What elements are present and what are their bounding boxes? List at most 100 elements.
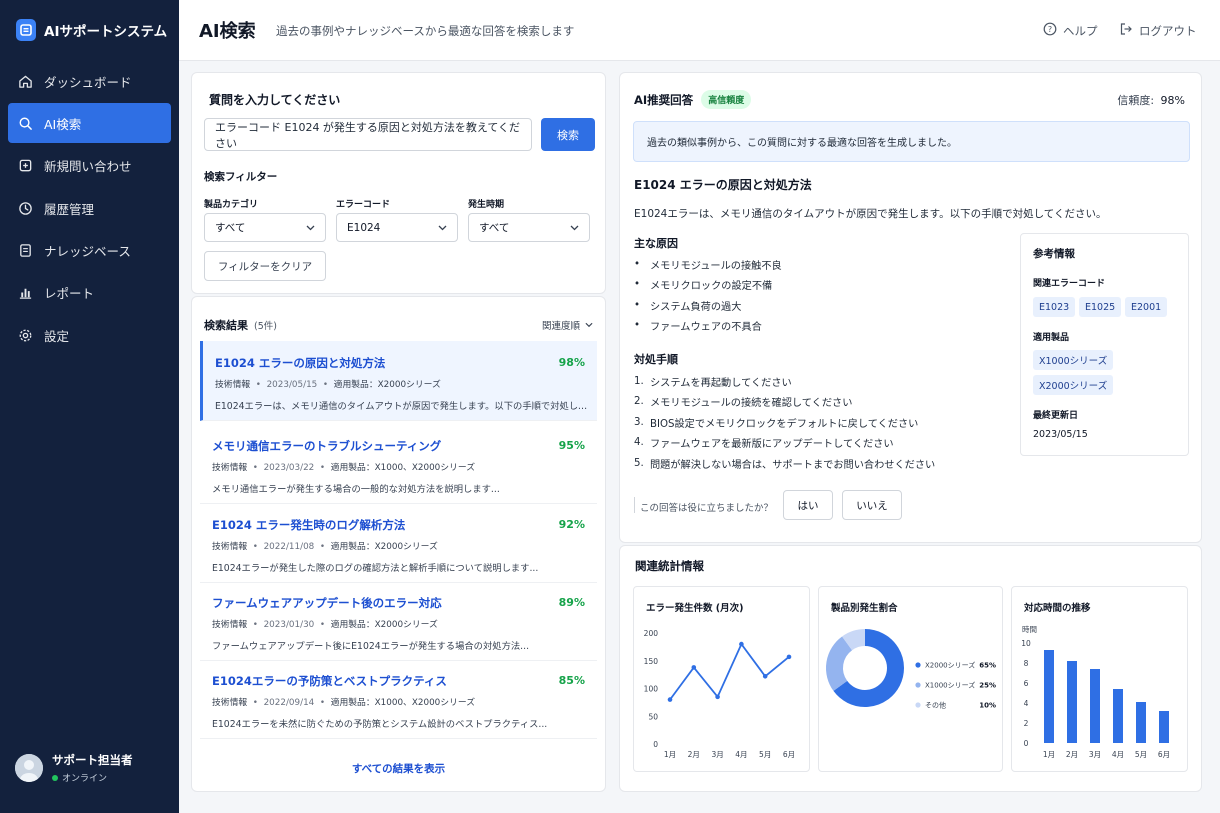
result-type: 技術情報 bbox=[212, 542, 248, 552]
query-card: 質問を入力してください エラーコード E1024 が発生する原因と対処方法を教え… bbox=[191, 72, 606, 294]
help-label: ヘルプ bbox=[1063, 23, 1098, 38]
result-meta: 技術情報 • 2023/03/22 • 適用製品：X1000、X2000シリーズ bbox=[212, 463, 476, 473]
result-date: 2022/11/08 bbox=[263, 542, 315, 552]
sidebar-item-history[interactable]: 履歴管理 bbox=[8, 188, 171, 228]
sidebar-item-ai-search[interactable]: AI検索 bbox=[8, 103, 171, 144]
svg-text:?: ? bbox=[1048, 25, 1052, 34]
result-type: 技術情報 bbox=[212, 698, 248, 708]
sidebar-item-report[interactable]: レポート bbox=[8, 273, 171, 313]
show-all-results-link[interactable]: すべての結果を表示 bbox=[192, 761, 605, 776]
error-code-chip[interactable]: E2001 bbox=[1125, 297, 1168, 317]
user-name: サポート担当者 bbox=[52, 753, 133, 767]
bar bbox=[1113, 689, 1123, 743]
category-select[interactable]: すべて bbox=[204, 213, 326, 242]
result-type: 技術情報 bbox=[215, 380, 251, 390]
y-tick-label: 0 bbox=[653, 740, 658, 749]
result-title: E1024エラーの予防策とベストプラクティス bbox=[212, 674, 447, 688]
chevron-down-icon bbox=[306, 222, 315, 234]
result-description: E1024エラーは、メモリ通信のタイムアウトが原因で発生します。以下の手順で対処… bbox=[215, 401, 590, 412]
sidebar: AIサポートシステム ダッシュボード AI検索 新規問い合わせ 履歴管理 ナレッ… bbox=[0, 0, 179, 813]
answer-header: AI推奨回答 高信頼度 bbox=[634, 90, 752, 109]
bar-chart: 時間 0 2 4 6 8 10 1月 2月 3月 4月 5月 6月 bbox=[1021, 625, 1170, 759]
online-status-dot bbox=[52, 774, 58, 781]
steps-title: 対処手順 bbox=[634, 353, 678, 366]
result-meta: 技術情報 • 2022/11/08 • 適用製品：X2000シリーズ bbox=[212, 542, 438, 552]
logout-link[interactable]: ログアウト bbox=[1119, 22, 1197, 39]
legend-swatch bbox=[915, 682, 921, 688]
feedback-divider bbox=[634, 497, 635, 513]
question-input[interactable]: エラーコード E1024 が発生する原因と対処方法を教えてください bbox=[204, 118, 532, 151]
help-link[interactable]: ? ヘルプ bbox=[1043, 22, 1098, 39]
page-title: AI検索 bbox=[199, 21, 256, 42]
result-item[interactable]: E1024 エラー発生時のログ解析方法 92% 技術情報 • 2022/11/0… bbox=[200, 503, 597, 583]
result-score: 95% bbox=[558, 439, 585, 452]
filters-title: 検索フィルター bbox=[204, 171, 278, 183]
legend-swatch bbox=[915, 702, 921, 708]
brand[interactable]: AIサポートシステム bbox=[16, 18, 167, 42]
feedback-yes-button[interactable]: はい bbox=[783, 490, 833, 520]
answer-title: AI推奨回答 bbox=[634, 92, 694, 107]
legend-swatch bbox=[915, 662, 921, 668]
period-select[interactable]: すべて bbox=[468, 213, 590, 242]
y-tick-label: 2 bbox=[1024, 719, 1029, 728]
result-type: 技術情報 bbox=[212, 463, 248, 473]
result-product: 適用製品：X2000シリーズ bbox=[333, 380, 441, 390]
sidebar-item-new-inquiry[interactable]: 新規問い合わせ bbox=[8, 146, 171, 186]
result-score: 92% bbox=[558, 518, 585, 531]
sidebar-item-knowledge-base[interactable]: ナレッジベース bbox=[8, 231, 171, 271]
result-item[interactable]: ファームウェアアップデート後のエラー対応 89% 技術情報 • 2023/01/… bbox=[200, 581, 597, 661]
results-title: 検索結果 bbox=[204, 319, 248, 332]
y-tick-label: 6 bbox=[1024, 679, 1029, 688]
search-button[interactable]: 検索 bbox=[541, 118, 595, 151]
legend-value: 25% bbox=[979, 682, 996, 690]
logout-label: ログアウト bbox=[1139, 23, 1197, 38]
list-item: 2. メモリモジュールの接続を確認してください bbox=[634, 396, 853, 410]
logout-icon bbox=[1119, 22, 1133, 39]
user-profile[interactable]: サポート担当者 オンライン bbox=[15, 752, 133, 784]
y-tick-label: 150 bbox=[644, 657, 659, 666]
bar bbox=[1067, 661, 1077, 743]
result-meta: 技術情報 • 2023/01/30 • 適用製品：X2000シリーズ bbox=[212, 620, 438, 630]
y-axis-label: 時間 bbox=[1022, 625, 1037, 634]
error-code-chip[interactable]: E1023 bbox=[1033, 297, 1076, 317]
app-logo-icon bbox=[16, 19, 36, 41]
result-item[interactable]: E1024エラーの予防策とベストプラクティス 85% 技術情報 • 2022/0… bbox=[200, 659, 597, 739]
data-point bbox=[739, 641, 744, 647]
bar bbox=[1044, 650, 1054, 743]
result-description: E1024エラーを未然に防ぐための予防策とシステム設計のベストプラクティス... bbox=[212, 719, 548, 730]
result-product: 適用製品：X1000、X2000シリーズ bbox=[330, 463, 476, 473]
result-score: 85% bbox=[558, 674, 585, 687]
result-item[interactable]: メモリ通信エラーのトラブルシューティング 95% 技術情報 • 2023/03/… bbox=[200, 424, 597, 504]
result-product: 適用製品：X1000、X2000シリーズ bbox=[330, 698, 476, 708]
sidebar-item-label: ナレッジベース bbox=[44, 244, 131, 260]
reference-title: 参考情報 bbox=[1033, 248, 1075, 260]
sort-dropdown[interactable]: 関連度順 bbox=[542, 318, 593, 332]
sidebar-item-settings[interactable]: 設定 bbox=[8, 315, 171, 355]
error-code-select[interactable]: E1024 bbox=[336, 213, 458, 242]
result-item[interactable]: E1024 エラーの原因と対処方法 98% 技術情報 • 2023/05/15 … bbox=[200, 341, 597, 421]
sidebar-item-dashboard[interactable]: ダッシュボード bbox=[8, 61, 171, 101]
clear-filters-button[interactable]: フィルターをクリア bbox=[204, 251, 326, 281]
pie-slice bbox=[826, 636, 853, 691]
stats-title: 関連統計情報 bbox=[635, 559, 704, 573]
steps-list: 1. システムを再起動してください 2. メモリモジュールの接続を確認してください … bbox=[634, 371, 935, 474]
product-chip[interactable]: X2000シリーズ bbox=[1033, 375, 1114, 395]
feedback-no-button[interactable]: いいえ bbox=[842, 490, 902, 520]
category-select-value: すべて bbox=[215, 222, 246, 234]
y-tick-label: 4 bbox=[1024, 699, 1029, 708]
filter-label-period: 発生時期 bbox=[468, 200, 505, 210]
app-name: AIサポートシステム bbox=[44, 24, 168, 40]
product-chip[interactable]: X1000シリーズ bbox=[1033, 350, 1114, 370]
sidebar-item-label: レポート bbox=[44, 286, 95, 302]
list-item: 5. 問題が解決しない場合は、サポートまでお問い合わせください bbox=[634, 457, 936, 471]
user-status-label: オンライン bbox=[62, 774, 108, 784]
updated-label: 最終更新日 bbox=[1033, 411, 1079, 421]
x-tick-label: 6月 bbox=[783, 750, 795, 759]
result-product: 適用製品：X2000シリーズ bbox=[330, 620, 438, 630]
period-select-value: すべて bbox=[479, 222, 510, 234]
result-title: メモリ通信エラーのトラブルシューティング bbox=[212, 439, 442, 453]
causes-list: • メモリモジュールの接触不良 • メモリクロックの設定不備 • システム負荷の過大 … bbox=[634, 254, 782, 336]
bar bbox=[1159, 711, 1169, 743]
related-codes-label: 関連エラーコード bbox=[1033, 279, 1106, 289]
error-code-chip[interactable]: E1025 bbox=[1079, 297, 1122, 317]
